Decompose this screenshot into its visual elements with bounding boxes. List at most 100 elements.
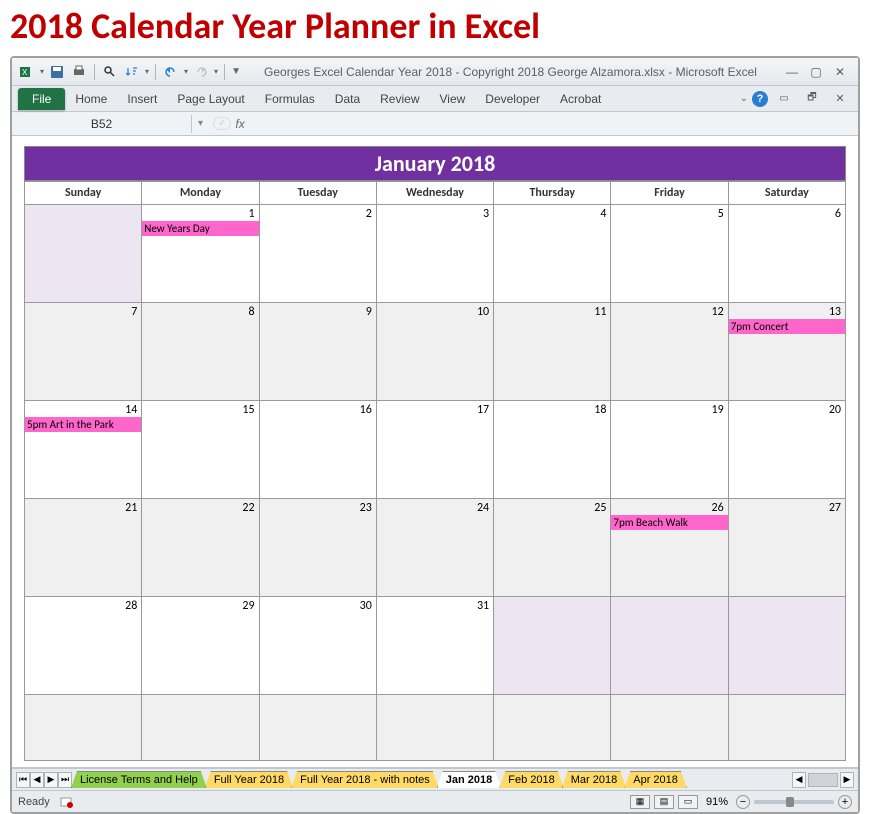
calendar-cell[interactable] — [494, 597, 611, 695]
calendar-cell[interactable]: 7 — [25, 303, 142, 401]
sheet-tab-mar-2018[interactable]: Mar 2018 — [562, 771, 626, 788]
tab-nav-prev[interactable]: ◀ — [30, 772, 44, 788]
calendar-cell[interactable]: 5 — [611, 205, 728, 303]
doc-close-button[interactable]: ✕ — [828, 92, 852, 106]
tab-view[interactable]: View — [430, 88, 476, 110]
calendar-event[interactable]: 7pm Beach Walk — [611, 515, 727, 530]
view-break-button[interactable]: ▭ — [678, 795, 698, 809]
tab-nav-next[interactable]: ▶ — [44, 772, 58, 788]
calendar-cell[interactable]: 6 — [728, 205, 845, 303]
maximize-button[interactable]: ▢ — [804, 65, 828, 79]
day-number: 23 — [360, 501, 372, 515]
help-icon[interactable]: ? — [752, 91, 768, 107]
hscroll-right[interactable]: ▶ — [840, 772, 854, 788]
calendar-cell[interactable]: 23 — [259, 499, 376, 597]
tab-acrobat[interactable]: Acrobat — [550, 88, 611, 110]
calendar-cell[interactable] — [376, 695, 493, 761]
view-layout-button[interactable]: ▤ — [654, 795, 674, 809]
tab-data[interactable]: Data — [325, 88, 370, 110]
calendar-cell[interactable]: 15 — [142, 401, 259, 499]
doc-restore-button[interactable]: 🗗 — [800, 92, 824, 106]
minimize-button[interactable]: — — [780, 65, 804, 79]
calendar-cell[interactable]: 31 — [376, 597, 493, 695]
macro-record-icon[interactable] — [58, 793, 76, 811]
sheet-tab-full-year-2018-with-notes[interactable]: Full Year 2018 - with notes — [291, 771, 439, 788]
calendar-cell[interactable]: 21 — [25, 499, 142, 597]
sheet-tab-jan-2018[interactable]: Jan 2018 — [437, 771, 501, 788]
view-normal-button[interactable]: ▦ — [630, 795, 650, 809]
calendar-cell[interactable] — [728, 597, 845, 695]
redo-icon[interactable] — [192, 63, 210, 81]
zoom-in-button[interactable]: + — [838, 795, 852, 809]
tab-formulas[interactable]: Formulas — [255, 88, 325, 110]
close-button[interactable]: ✕ — [828, 65, 852, 79]
tab-file[interactable]: File — [18, 88, 65, 110]
calendar-cell[interactable]: 1New Years Day — [142, 205, 259, 303]
calendar-cell[interactable]: 11 — [494, 303, 611, 401]
sheet-tab-full-year-2018[interactable]: Full Year 2018 — [205, 771, 293, 788]
calendar-cell[interactable]: 30 — [259, 597, 376, 695]
tab-page-layout[interactable]: Page Layout — [167, 88, 254, 110]
calendar-cell[interactable]: 4 — [494, 205, 611, 303]
calendar-cell[interactable] — [142, 695, 259, 761]
worksheet-area[interactable]: January 2018 SundayMondayTuesdayWednesda… — [12, 136, 858, 768]
sort-icon[interactable] — [123, 63, 141, 81]
calendar-cell[interactable]: 19 — [611, 401, 728, 499]
fx-label[interactable]: fx — [235, 117, 244, 131]
tab-home[interactable]: Home — [65, 88, 117, 110]
svg-text:X: X — [22, 68, 28, 77]
calendar-cell[interactable]: 9 — [259, 303, 376, 401]
hscroll-track[interactable] — [808, 773, 838, 787]
calendar-cell[interactable]: 267pm Beach Walk — [611, 499, 728, 597]
calendar-event[interactable]: 7pm Concert — [729, 319, 845, 334]
calendar-cell[interactable]: 25 — [494, 499, 611, 597]
calendar-cell[interactable] — [25, 205, 142, 303]
save-icon[interactable] — [48, 63, 66, 81]
calendar-cell[interactable]: 22 — [142, 499, 259, 597]
calendar-cell[interactable]: 3 — [376, 205, 493, 303]
find-icon[interactable] — [101, 63, 119, 81]
tab-insert[interactable]: Insert — [117, 88, 167, 110]
calendar-cell[interactable]: 16 — [259, 401, 376, 499]
tab-nav-first[interactable]: ⏮ — [16, 772, 30, 788]
calendar-cell[interactable]: 12 — [611, 303, 728, 401]
cancel-formula-icon[interactable]: ✓ — [213, 117, 231, 130]
calendar-cell[interactable] — [611, 597, 728, 695]
calendar-event[interactable]: 5pm Art in the Park — [25, 417, 141, 432]
undo-icon[interactable] — [162, 63, 180, 81]
calendar-cell[interactable] — [728, 695, 845, 761]
tab-nav-last[interactable]: ⏭ — [58, 772, 72, 788]
sheet-tab-feb-2018[interactable]: Feb 2018 — [499, 771, 563, 788]
calendar-cell[interactable] — [259, 695, 376, 761]
ribbon-options-icon[interactable]: ⌄ — [740, 93, 748, 104]
name-box[interactable]: B52 — [12, 115, 192, 133]
calendar-cell[interactable]: 8 — [142, 303, 259, 401]
tab-review[interactable]: Review — [370, 88, 429, 110]
calendar-cell[interactable]: 18 — [494, 401, 611, 499]
calendar-cell[interactable]: 2 — [259, 205, 376, 303]
calendar-cell[interactable]: 29 — [142, 597, 259, 695]
calendar-cell[interactable]: 28 — [25, 597, 142, 695]
calendar-cell[interactable]: 145pm Art in the Park — [25, 401, 142, 499]
calendar-cell[interactable]: 24 — [376, 499, 493, 597]
zoom-out-button[interactable]: − — [736, 795, 750, 809]
excel-icon[interactable]: X — [18, 63, 36, 81]
calendar-cell[interactable]: 20 — [728, 401, 845, 499]
calendar-cell[interactable]: 137pm Concert — [728, 303, 845, 401]
zoom-slider[interactable] — [754, 800, 834, 804]
calendar-cell[interactable] — [494, 695, 611, 761]
sheet-tab-apr-2018[interactable]: Apr 2018 — [624, 771, 687, 788]
zoom-level[interactable]: 91% — [706, 796, 728, 808]
hscroll-left[interactable]: ◀ — [792, 772, 806, 788]
calendar-cell[interactable] — [25, 695, 142, 761]
calendar-cell[interactable]: 17 — [376, 401, 493, 499]
calendar-cell[interactable]: 27 — [728, 499, 845, 597]
calendar-cell[interactable] — [611, 695, 728, 761]
sheet-tab-license-terms-and-help[interactable]: License Terms and Help — [71, 771, 207, 788]
formula-input[interactable] — [249, 114, 858, 134]
calendar-cell[interactable]: 10 — [376, 303, 493, 401]
calendar-event[interactable]: New Years Day — [142, 221, 258, 236]
tab-developer[interactable]: Developer — [475, 88, 550, 110]
print-icon[interactable] — [70, 63, 88, 81]
doc-minimize-button[interactable]: ▭ — [772, 92, 796, 106]
